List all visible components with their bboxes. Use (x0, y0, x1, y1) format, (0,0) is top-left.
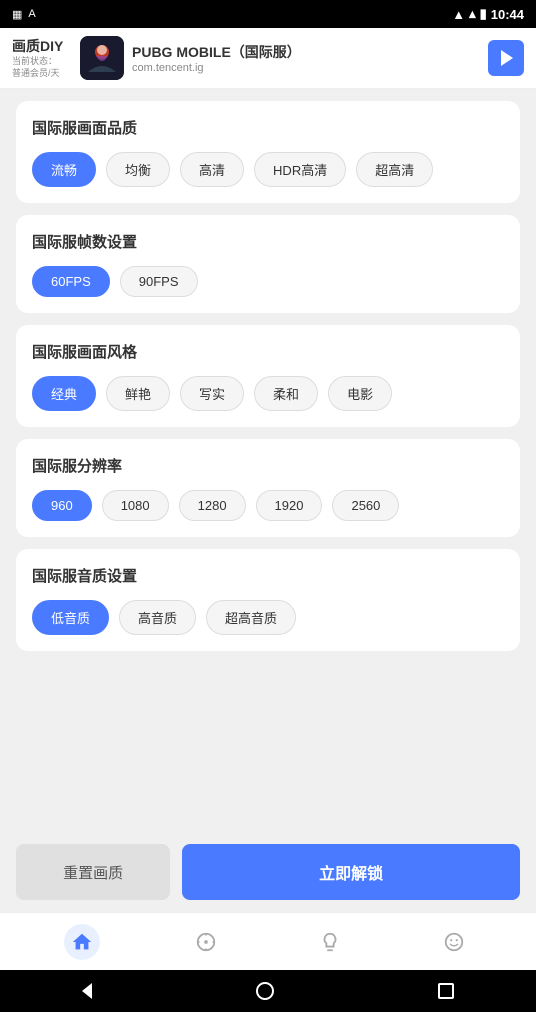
home-circle-icon (256, 982, 274, 1000)
section-title-audio: 国际服音质设置 (32, 565, 504, 586)
app-header: 画质DIY 当前状态： 普通会员/天 PUBG MOBILE（国际服） com.… (0, 28, 536, 89)
option-fps-1[interactable]: 90FPS (120, 266, 198, 297)
app-title: 画质DIY (12, 36, 72, 56)
lightbulb-nav-icon-bg (312, 924, 348, 960)
section-resolution: 国际服分辨率 960 1080 1280 1920 2560 (16, 439, 520, 537)
section-fps: 国际服帧数设置 60FPS 90FPS (16, 215, 520, 313)
option-quality-4[interactable]: 超高清 (356, 152, 433, 187)
nav-compass[interactable] (172, 918, 240, 966)
options-row-quality: 流畅均衡高清 HDR高清超高清 (32, 152, 504, 187)
section-title-quality: 国际服画面品质 (32, 117, 504, 138)
section-title-resolution: 国际服分辨率 (32, 455, 504, 476)
lightbulb-icon (319, 931, 341, 953)
bottom-buttons: 重置画质 立即解锁 (0, 832, 536, 912)
app-icon-small: A (28, 8, 35, 20)
options-row-fps: 60FPS 90FPS (32, 266, 504, 297)
option-quality-0[interactable]: 流畅 (32, 152, 96, 187)
option-audio-1[interactable]: 高音质 (119, 600, 196, 635)
option-audio-2[interactable]: 超高音质 (206, 600, 296, 635)
nav-home[interactable] (48, 918, 116, 966)
battery-icon: ▮ (480, 6, 487, 22)
option-resolution-3[interactable]: 1920 (256, 490, 323, 521)
status-icons-left: ▦ A (12, 8, 36, 21)
option-quality-3[interactable]: HDR高清 (254, 152, 346, 187)
option-quality-1[interactable]: 均衡 (106, 152, 170, 187)
option-resolution-1[interactable]: 1080 (102, 490, 169, 521)
option-resolution-4[interactable]: 2560 (332, 490, 399, 521)
game-details: PUBG MOBILE（国际服） com.tencent.ig (132, 42, 301, 74)
app-status-label: 当前状态： (12, 56, 72, 68)
android-nav-bar (0, 970, 536, 1012)
smiley-icon (443, 931, 465, 953)
game-name: PUBG MOBILE（国际服） (132, 42, 301, 62)
option-style-3[interactable]: 柔和 (254, 376, 318, 411)
options-row-style: 经典鲜艳写实柔和电影 (32, 376, 504, 411)
option-style-0[interactable]: 经典 (32, 376, 96, 411)
app-title-block: 画质DIY 当前状态： 普通会员/天 (12, 36, 72, 79)
home-icon (71, 931, 93, 953)
time-display: 10:44 (491, 7, 524, 22)
options-row-resolution: 960 1080 1280 1920 2560 (32, 490, 504, 521)
back-chevron-icon (82, 983, 92, 999)
play-triangle-icon (501, 50, 513, 66)
option-style-2[interactable]: 写实 (180, 376, 244, 411)
section-title-style: 国际服画面风格 (32, 341, 504, 362)
compass-icon (195, 931, 217, 953)
option-fps-0[interactable]: 60FPS (32, 266, 110, 297)
status-bar: ▦ A ▲ ▴ ▮ 10:44 (0, 0, 536, 28)
notification-icon: ▦ (12, 8, 22, 21)
square-recents-icon (438, 983, 454, 999)
wifi-icon: ▴ (469, 6, 476, 22)
option-resolution-0[interactable]: 960 (32, 490, 92, 521)
bottom-nav (0, 912, 536, 970)
android-recents-button[interactable] (418, 975, 474, 1007)
android-back-button[interactable] (62, 975, 112, 1007)
unlock-button[interactable]: 立即解锁 (182, 844, 520, 900)
play-button[interactable] (488, 40, 524, 76)
section-audio: 国际服音质设置低音质高音质超高音质 (16, 549, 520, 651)
option-style-1[interactable]: 鲜艳 (106, 376, 170, 411)
nav-lightbulb[interactable] (296, 918, 364, 966)
section-title-fps: 国际服帧数设置 (32, 231, 504, 252)
signal-icon: ▲ (452, 7, 465, 22)
option-resolution-2[interactable]: 1280 (179, 490, 246, 521)
reset-button[interactable]: 重置画质 (16, 844, 170, 900)
main-content: 国际服画面品质流畅均衡高清HDR高清超高清国际服帧数设置60FPS90FPS国际… (0, 89, 536, 832)
status-icons-right: ▲ ▴ ▮ 10:44 (452, 6, 524, 22)
android-home-button[interactable] (236, 974, 294, 1008)
options-row-audio: 低音质高音质超高音质 (32, 600, 504, 635)
smiley-nav-icon-bg (436, 924, 472, 960)
game-icon-svg (80, 36, 124, 80)
game-info-block: PUBG MOBILE（国际服） com.tencent.ig (72, 36, 488, 80)
home-nav-icon-bg (64, 924, 100, 960)
game-icon (80, 36, 124, 80)
section-style: 国际服画面风格经典鲜艳写实柔和电影 (16, 325, 520, 427)
option-audio-0[interactable]: 低音质 (32, 600, 109, 635)
compass-nav-icon-bg (188, 924, 224, 960)
option-style-4[interactable]: 电影 (328, 376, 392, 411)
option-quality-2[interactable]: 高清 (180, 152, 244, 187)
game-package: com.tencent.ig (132, 62, 301, 74)
app-member-label: 普通会员/天 (12, 68, 72, 80)
nav-smiley[interactable] (420, 918, 488, 966)
section-quality: 国际服画面品质流畅均衡高清 HDR高清超高清 (16, 101, 520, 203)
